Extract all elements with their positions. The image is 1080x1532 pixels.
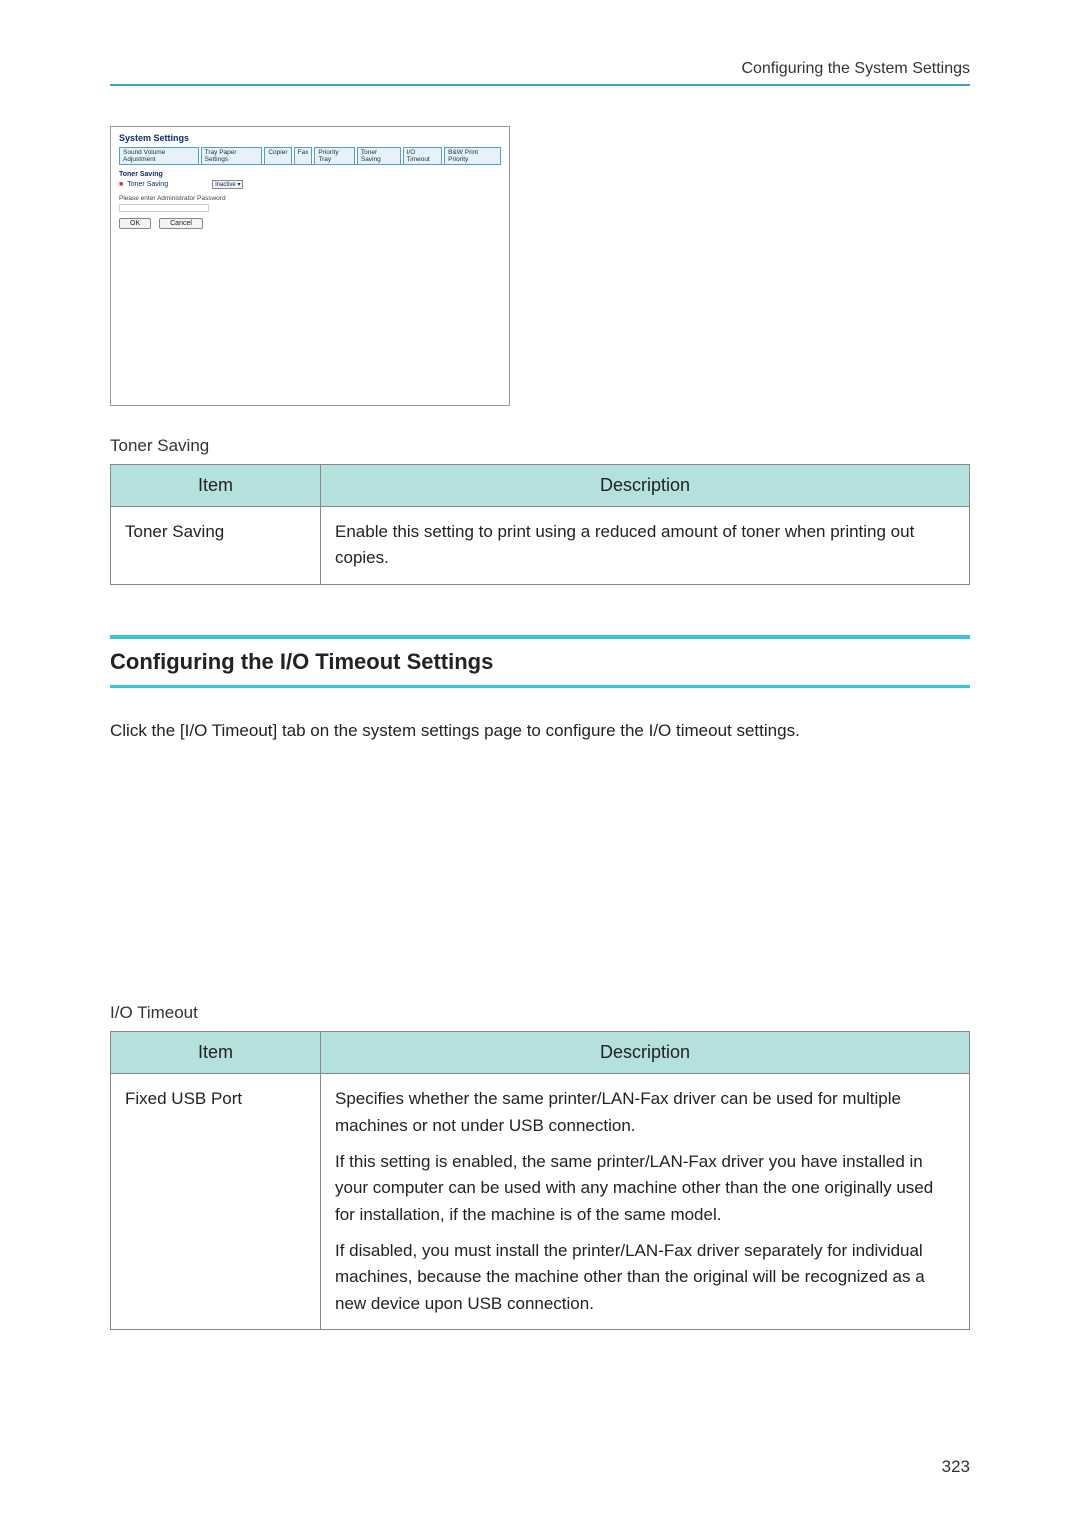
col-item: Item (111, 465, 321, 507)
password-input[interactable] (119, 204, 209, 212)
io-timeout-heading: Configuring the I/O Timeout Settings (110, 635, 970, 688)
toner-saving-label: Toner Saving (110, 436, 970, 456)
desc-p1: Specifies whether the same printer/LAN-F… (335, 1086, 955, 1139)
tab-bw-print-priority[interactable]: B&W Print Priority (444, 147, 501, 164)
cell-item: Toner Saving (111, 507, 321, 585)
desc-p2: If this setting is enabled, the same pri… (335, 1149, 955, 1228)
settings-screenshot: System Settings Sound Volume Adjustment … (110, 126, 510, 406)
toner-saving-select[interactable]: Inactive ▾ (212, 180, 243, 189)
field-label: Toner Saving (127, 181, 168, 188)
toner-saving-table: Item Description Toner Saving Enable thi… (110, 464, 970, 585)
col-item: Item (111, 1032, 321, 1074)
table-row: Toner Saving Enable this setting to prin… (111, 507, 970, 585)
io-timeout-table: Item Description Fixed USB Port Specifie… (110, 1031, 970, 1330)
tab-fax[interactable]: Fax (294, 147, 313, 164)
tab-io-timeout[interactable]: I/O Timeout (403, 147, 443, 164)
cell-description: Specifies whether the same printer/LAN-F… (321, 1074, 970, 1330)
tab-toner-saving[interactable]: Toner Saving (357, 147, 401, 164)
admin-password-note: Please enter Administrator Password (119, 195, 501, 202)
screenshot-tabs: Sound Volume Adjustment Tray Paper Setti… (119, 147, 501, 165)
tab-copier[interactable]: Copier (264, 147, 291, 164)
cell-description: Enable this setting to print using a red… (321, 507, 970, 585)
screenshot-section: Toner Saving (119, 171, 501, 178)
page-number: 323 (942, 1457, 970, 1477)
table-row: Fixed USB Port Specifies whether the sam… (111, 1074, 970, 1330)
io-intro-text: Click the [I/O Timeout] tab on the syste… (110, 718, 970, 744)
io-timeout-label: I/O Timeout (110, 1003, 970, 1023)
ok-button[interactable]: OK (119, 218, 151, 229)
cancel-button[interactable]: Cancel (159, 218, 203, 229)
tab-tray-paper[interactable]: Tray Paper Settings (201, 147, 263, 164)
screenshot-title: System Settings (119, 133, 501, 143)
header-divider (110, 84, 970, 86)
breadcrumb: Configuring the System Settings (110, 60, 970, 78)
tab-priority-tray[interactable]: Priority Tray (314, 147, 355, 164)
required-star-icon: ■ (119, 181, 123, 188)
col-description: Description (321, 465, 970, 507)
tab-sound-volume[interactable]: Sound Volume Adjustment (119, 147, 199, 164)
desc-p3: If disabled, you must install the printe… (335, 1238, 955, 1317)
cell-item: Fixed USB Port (111, 1074, 321, 1330)
col-description: Description (321, 1032, 970, 1074)
toner-saving-field: ■ Toner Saving Inactive ▾ (119, 180, 501, 189)
